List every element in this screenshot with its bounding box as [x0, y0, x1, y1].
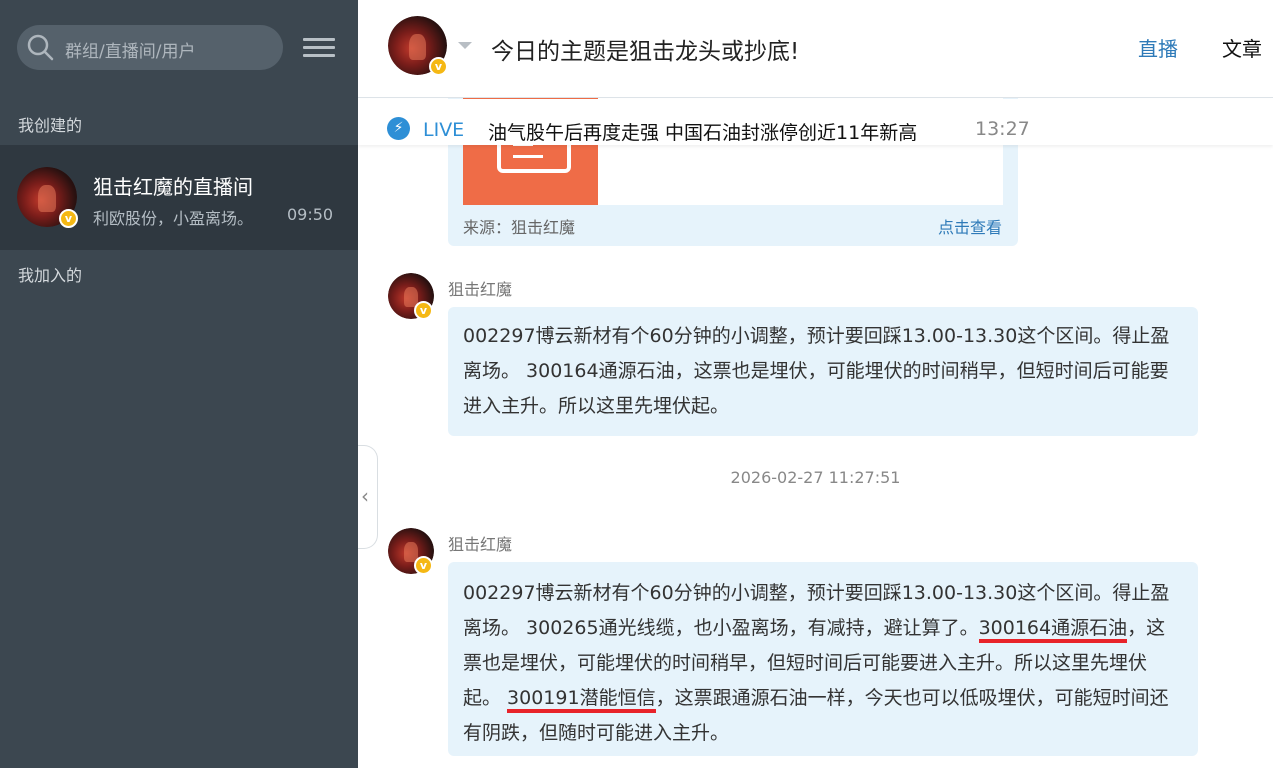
tab-article[interactable]: 文章: [1222, 33, 1262, 62]
chevron-left-icon: ‹: [361, 484, 369, 508]
lightning-icon: ⚡: [387, 117, 410, 140]
message-bubble: 002297博云新材有个60分钟的小调整，预计要回踩13.00-13.30这个区…: [448, 307, 1198, 436]
search-placeholder: 群组/直播间/用户: [65, 42, 196, 62]
stock-highlight: 300191潜能恒信: [507, 687, 656, 713]
search-input[interactable]: 群组/直播间/用户: [17, 25, 283, 70]
message-timestamp: 2026-02-27 11:27:51: [730, 468, 901, 487]
verified-badge-icon: v: [429, 57, 448, 76]
room-preview: 利欧股份，小盈离场。: [93, 209, 254, 228]
sidebar: 群组/直播间/用户 我创建的 v 狙击红魔的直播间 利欧股份，小盈离场。 09:…: [0, 0, 358, 768]
dropdown-caret-icon[interactable]: [458, 42, 472, 49]
verified-badge-icon: v: [414, 556, 433, 575]
live-news-bar[interactable]: ⚡ LIVE 油气股午后再度走强 中国石油封涨停创近11年新高 13:27: [358, 99, 1273, 145]
live-news-time: 13:27: [975, 118, 1030, 140]
room-time: 09:50: [287, 205, 334, 224]
message-bubble: 002297博云新材有个60分钟的小调整，预计要回踩13.00-13.30这个区…: [448, 562, 1198, 756]
verified-badge-icon: v: [59, 209, 78, 228]
card-source: 来源：狙击红魔: [463, 218, 576, 237]
stock-highlight: 300164通源石油: [978, 617, 1128, 643]
message-text: 002297博云新材有个60分钟的小调整，预计要回踩13.00-13.30这个区…: [463, 325, 1170, 417]
room-list-item[interactable]: v 狙击红魔的直播间 利欧股份，小盈离场。 09:50: [0, 145, 358, 250]
live-label: LIVE: [423, 119, 465, 141]
message-author: 狙击红魔: [448, 535, 513, 554]
joined-section-label: 我加入的: [18, 266, 83, 285]
created-section-label: 我创建的: [18, 116, 83, 135]
page-title: 今日的主题是狙击龙头或抄底!: [491, 39, 800, 65]
search-icon: [27, 34, 54, 61]
main-panel: v 今日的主题是狙击龙头或抄底! 直播 文章 ⚡ LIVE 油气股午后再度走强 …: [358, 0, 1273, 768]
message-author: 狙击红魔: [448, 280, 513, 299]
room-title: 狙击红魔的直播间: [93, 175, 253, 199]
view-link[interactable]: 点击查看: [938, 214, 1002, 238]
header: v 今日的主题是狙击龙头或抄底! 直播 文章: [358, 0, 1273, 98]
collapse-sidebar-button[interactable]: ‹: [358, 445, 378, 549]
live-news-text: 油气股午后再度走强 中国石油封涨停创近11年新高: [488, 122, 918, 144]
tab-live[interactable]: 直播: [1138, 33, 1178, 62]
menu-icon[interactable]: [303, 38, 335, 60]
verified-badge-icon: v: [414, 301, 433, 320]
